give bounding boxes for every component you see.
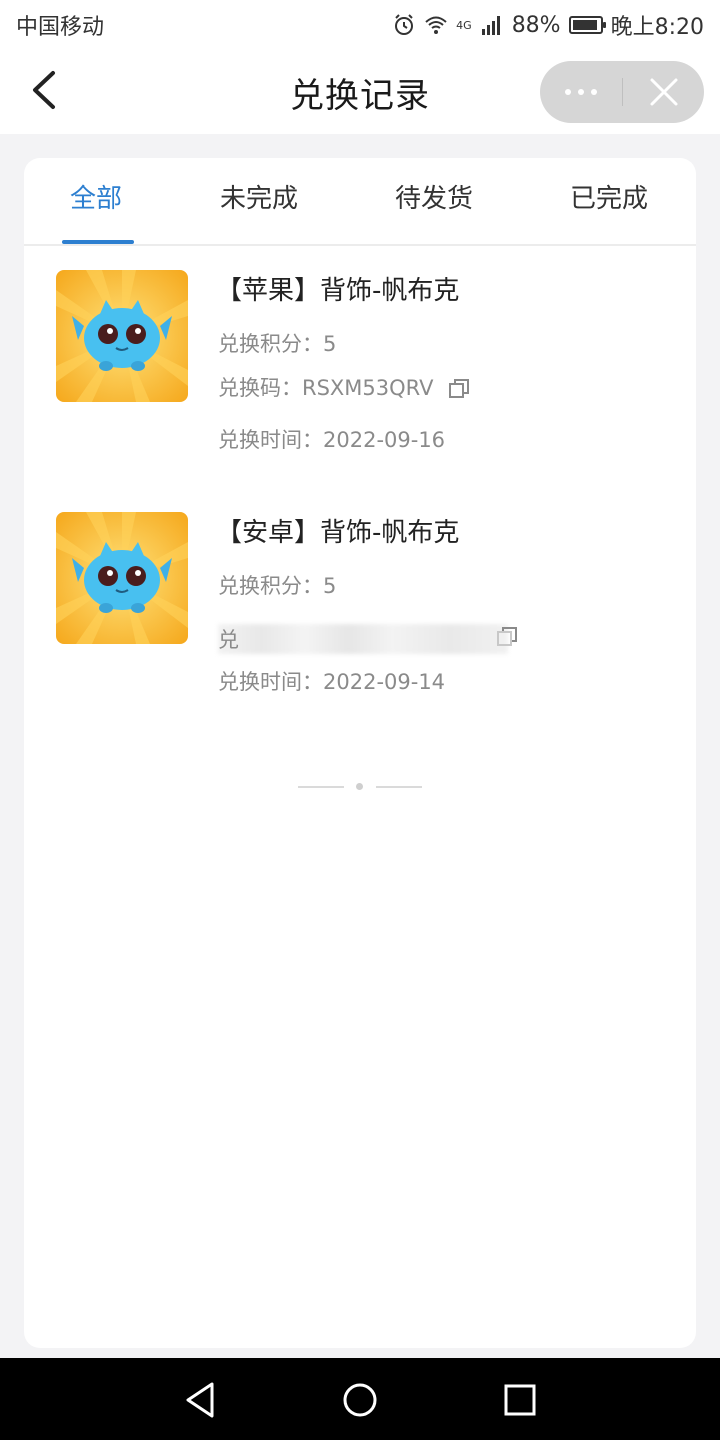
system-nav-bar bbox=[0, 1358, 720, 1440]
records-card: 全部 未完成 待发货 已完成 【苹果】背饰-帆布克 兑换积分：5 兑换码：RSX… bbox=[24, 158, 696, 1348]
tab-bar: 全部 未完成 待发货 已完成 bbox=[24, 158, 696, 246]
wifi-icon bbox=[425, 16, 447, 34]
product-thumbnail bbox=[56, 270, 188, 402]
close-button[interactable] bbox=[623, 61, 704, 123]
redeem-code-row: 兑换码：RSXM53QRV bbox=[218, 372, 470, 402]
network-type: 4G bbox=[456, 18, 472, 32]
tab-completed[interactable]: 已完成 bbox=[570, 178, 648, 215]
product-thumbnail bbox=[56, 512, 188, 644]
record-title: 【安卓】背饰-帆布克 bbox=[216, 518, 460, 548]
signal-icon bbox=[481, 16, 500, 35]
list-end-indicator bbox=[298, 782, 422, 792]
battery-percent: 88% bbox=[511, 12, 561, 38]
more-button[interactable] bbox=[540, 61, 622, 123]
clock-time: 晚上8:20 bbox=[610, 15, 704, 40]
close-icon bbox=[650, 78, 677, 106]
tab-pending-shipment[interactable]: 待发货 bbox=[395, 178, 473, 215]
mini-program-capsule bbox=[540, 61, 704, 123]
list-item[interactable]: 【苹果】背饰-帆布克 兑换积分：5 兑换码：RSXM53QRV 兑换时间：202… bbox=[56, 270, 676, 470]
redacted-redeem-code bbox=[218, 624, 508, 654]
alarm-icon bbox=[395, 14, 414, 35]
list-item[interactable]: 【安卓】背饰-帆布克 兑换积分：5 兑 兑换时间：2022-09-14 bbox=[56, 512, 676, 712]
redeem-time-text: 兑换时间：2022-09-14 bbox=[218, 670, 446, 694]
copy-icon[interactable] bbox=[448, 378, 470, 400]
nav-header: 兑换记录 bbox=[0, 50, 720, 134]
carrier-name: 中国移动 bbox=[16, 15, 105, 40]
redeem-time-text: 兑换时间：2022-09-16 bbox=[218, 428, 446, 452]
status-icons: 4G 88% 晚上8:20 bbox=[392, 9, 704, 41]
status-bar: 中国移动 4G 88% 晚上8:20 bbox=[0, 0, 720, 50]
record-title: 【苹果】背饰-帆布克 bbox=[216, 276, 460, 306]
copy-icon[interactable] bbox=[496, 626, 518, 648]
tab-incomplete[interactable]: 未完成 bbox=[220, 178, 298, 215]
redeem-code-text: 兑换码：RSXM53QRV bbox=[218, 376, 434, 400]
points-text: 兑换积分：5 bbox=[218, 332, 337, 356]
tab-all[interactable]: 全部 bbox=[70, 178, 122, 215]
redeem-code-prefix: 兑 bbox=[218, 628, 239, 652]
battery-icon bbox=[568, 16, 606, 34]
points-text: 兑换积分：5 bbox=[218, 574, 337, 598]
more-dots-icon bbox=[565, 89, 597, 95]
nav-back-icon[interactable] bbox=[180, 1378, 224, 1422]
active-tab-indicator bbox=[62, 240, 134, 244]
nav-recents-icon[interactable] bbox=[498, 1378, 542, 1422]
nav-home-icon[interactable] bbox=[338, 1378, 382, 1422]
